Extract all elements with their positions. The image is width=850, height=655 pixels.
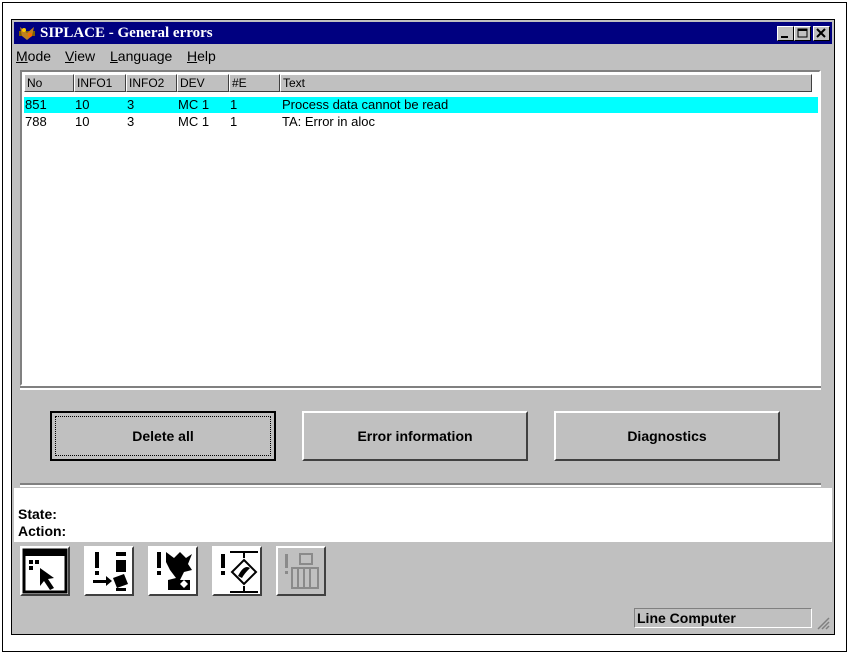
action-label: Action: bbox=[18, 523, 67, 539]
menu-help[interactable]: Help bbox=[187, 48, 216, 64]
error-diagnostic-icon bbox=[221, 551, 258, 593]
close-button[interactable] bbox=[813, 26, 830, 41]
error-transfer-icon bbox=[93, 552, 128, 591]
table-row[interactable]: 851 10 3 MC 1 1 Process data cannot be r… bbox=[24, 97, 818, 113]
minimize-button[interactable] bbox=[777, 26, 794, 41]
cell-dev: MC 1 bbox=[178, 97, 210, 112]
error-list[interactable]: No INFO1 INFO2 DEV #E Text 851 10 3 MC 1… bbox=[20, 70, 821, 386]
siplace-app-icon bbox=[19, 27, 35, 40]
error-diagnostic-button[interactable] bbox=[212, 546, 262, 596]
cell-no: 851 bbox=[25, 97, 47, 112]
state-label: State: bbox=[18, 506, 57, 522]
cell-info2: 3 bbox=[127, 114, 135, 129]
table-row[interactable]: 788 10 3 MC 1 1 TA: Error in aloc bbox=[24, 114, 818, 130]
line-computer-icon bbox=[285, 553, 319, 589]
status-panel: Line Computer bbox=[634, 608, 812, 628]
cell-dev: MC 1 bbox=[178, 114, 210, 129]
column-header-no[interactable]: No bbox=[24, 74, 74, 92]
cell-e: 1 bbox=[230, 97, 238, 112]
menu-bar: Mode View Language Help bbox=[14, 45, 832, 67]
button-panel: Delete all Error information Diagnostics bbox=[20, 389, 821, 483]
diagnostics-button[interactable]: Diagnostics bbox=[554, 411, 780, 461]
cell-e: 1 bbox=[230, 114, 238, 129]
cell-info1: 10 bbox=[75, 97, 90, 112]
select-pointer-button[interactable] bbox=[20, 546, 70, 596]
state-panel: State: Action: bbox=[14, 488, 832, 542]
resize-grip-icon[interactable] bbox=[816, 616, 830, 630]
menu-view[interactable]: View bbox=[65, 48, 95, 64]
maximize-button[interactable] bbox=[794, 26, 811, 41]
maximize-icon bbox=[797, 28, 808, 38]
cell-info2: 3 bbox=[127, 97, 135, 112]
cell-text: TA: Error in aloc bbox=[282, 114, 375, 129]
status-bar: Line Computer bbox=[14, 605, 832, 632]
close-icon bbox=[816, 28, 826, 38]
select-pointer-icon bbox=[22, 548, 68, 594]
line-computer-button[interactable] bbox=[276, 546, 326, 596]
error-information-button[interactable]: Error information bbox=[302, 411, 528, 461]
column-header-info1[interactable]: INFO1 bbox=[74, 74, 126, 92]
title-bar[interactable]: SIPLACE - General errors bbox=[14, 22, 832, 44]
column-header-e[interactable]: #E bbox=[229, 74, 280, 92]
cell-no: 788 bbox=[25, 114, 47, 129]
splitter-bottom[interactable] bbox=[20, 483, 821, 487]
error-machine-button[interactable] bbox=[148, 546, 198, 596]
main-window: SIPLACE - General errors Mode View Langu… bbox=[11, 19, 835, 635]
menu-language[interactable]: Language bbox=[110, 48, 172, 64]
menu-mode[interactable]: Mode bbox=[16, 48, 51, 64]
minimize-icon bbox=[781, 36, 788, 38]
toolbar bbox=[14, 542, 832, 604]
column-header-dev[interactable]: DEV bbox=[177, 74, 229, 92]
cell-text: Process data cannot be read bbox=[282, 97, 449, 112]
column-header-info2[interactable]: INFO2 bbox=[126, 74, 177, 92]
error-machine-icon bbox=[157, 552, 192, 590]
error-transfer-button[interactable] bbox=[84, 546, 134, 596]
column-header-text[interactable]: Text bbox=[280, 74, 812, 92]
cell-info1: 10 bbox=[75, 114, 90, 129]
window-title: SIPLACE - General errors bbox=[40, 25, 213, 41]
delete-all-button[interactable]: Delete all bbox=[50, 411, 276, 461]
